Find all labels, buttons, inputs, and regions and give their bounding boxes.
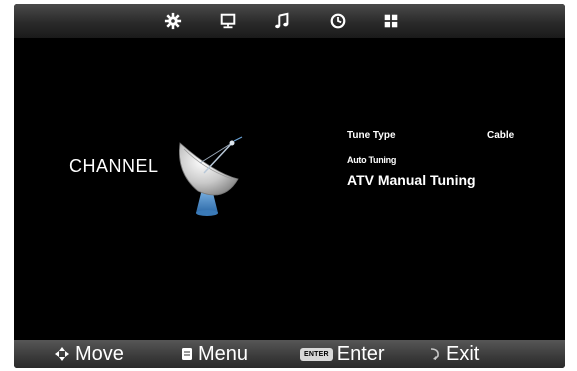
tv-menu-screen: CHANNEL Tune Type Cable Auto Tuning ATV … (14, 4, 565, 368)
enter-hint: ENTER Enter (300, 343, 385, 365)
menu-item-auto-tuning[interactable]: Auto Tuning (347, 155, 396, 165)
exit-icon (429, 346, 441, 362)
menu-label: Menu (198, 342, 249, 365)
exit-label: Exit (446, 342, 480, 365)
enter-key-icon: ENTER (300, 347, 333, 361)
move-hint: Move (54, 343, 124, 365)
menu-item-tune-type[interactable]: Tune Type (347, 130, 396, 141)
menu-item-atv-manual-tuning[interactable]: ATV Manual Tuning (347, 172, 476, 188)
exit-hint: Exit (429, 343, 479, 365)
menu-icon (181, 347, 193, 361)
enter-label: Enter (336, 342, 385, 365)
menu-hint: Menu (181, 343, 248, 365)
bottom-hint-bar: Move Menu ENTER Enter Exit (14, 340, 565, 368)
channel-menu-list: Tune Type Cable Auto Tuning ATV Manual T… (14, 4, 565, 368)
tune-type-value[interactable]: Cable (487, 130, 514, 141)
move-label: Move (75, 342, 124, 365)
move-arrows-icon (54, 346, 70, 362)
